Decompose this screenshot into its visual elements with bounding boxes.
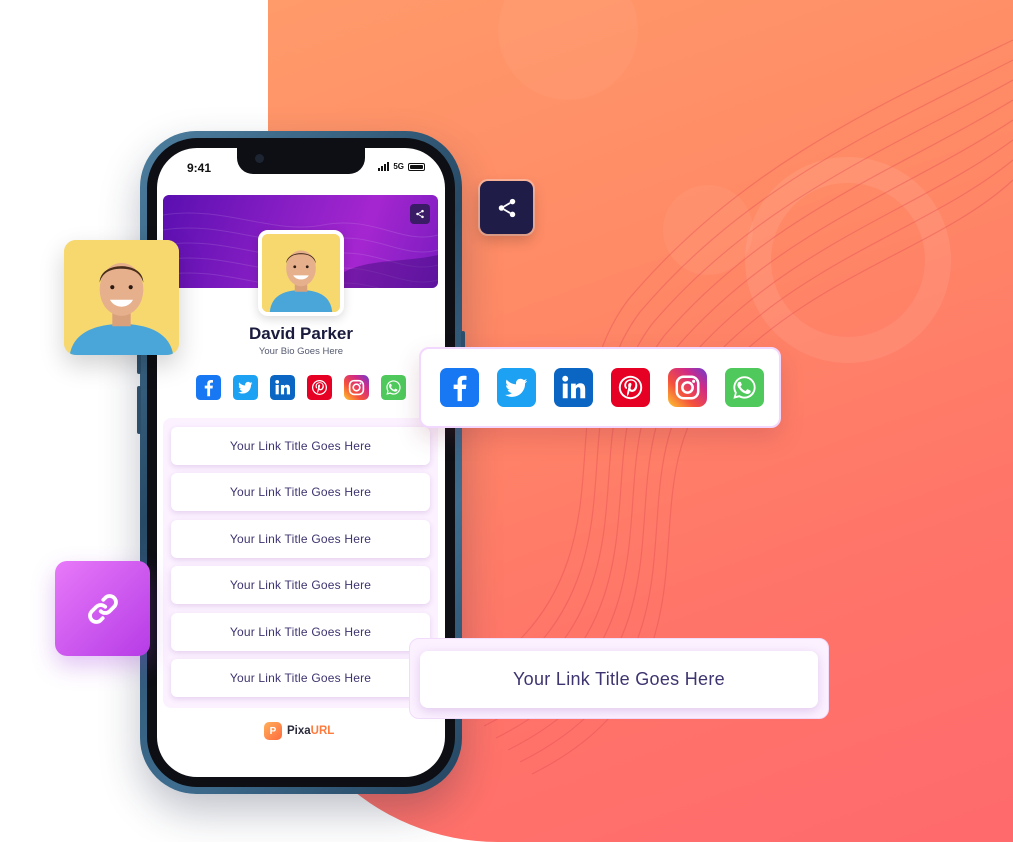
link-button[interactable]: Your Link Title Goes Here bbox=[171, 613, 430, 651]
profile-bio: Your Bio Goes Here bbox=[258, 346, 344, 357]
facebook-icon[interactable] bbox=[440, 368, 479, 407]
social-icons-row bbox=[196, 375, 406, 400]
floating-link-icon-card[interactable] bbox=[55, 561, 150, 656]
phone-notch bbox=[237, 148, 365, 174]
link-button[interactable]: Your Link Title Goes Here bbox=[171, 520, 430, 558]
network-label: 5G bbox=[393, 162, 404, 171]
instagram-icon[interactable] bbox=[344, 375, 369, 400]
man-portrait-image bbox=[262, 234, 340, 312]
link-button[interactable]: Your Link Title Goes Here bbox=[171, 427, 430, 465]
floating-link-card: Your Link Title Goes Here bbox=[409, 638, 829, 719]
brand-name: PixaURL bbox=[287, 725, 334, 737]
profile-name: David Parker bbox=[249, 324, 353, 343]
facebook-icon[interactable] bbox=[196, 375, 221, 400]
link-icon bbox=[87, 593, 118, 624]
floating-link-button[interactable]: Your Link Title Goes Here bbox=[420, 651, 818, 708]
status-indicators: 5G bbox=[378, 162, 425, 171]
twitter-icon[interactable] bbox=[497, 368, 536, 407]
link-button[interactable]: Your Link Title Goes Here bbox=[171, 659, 430, 697]
linkedin-icon[interactable] bbox=[554, 368, 593, 407]
instagram-icon[interactable] bbox=[668, 368, 707, 407]
camera-icon bbox=[255, 154, 264, 163]
man-portrait-image bbox=[64, 240, 179, 355]
pinterest-icon[interactable] bbox=[307, 375, 332, 400]
profile-avatar bbox=[258, 230, 344, 316]
floating-share-button[interactable] bbox=[480, 181, 533, 234]
whatsapp-icon[interactable] bbox=[381, 375, 406, 400]
brand-name-part2: URL bbox=[310, 725, 335, 737]
pixaurl-branding[interactable]: P PixaURL bbox=[264, 722, 334, 740]
link-button[interactable]: Your Link Title Goes Here bbox=[171, 473, 430, 511]
links-list: Your Link Title Goes Here Your Link Titl… bbox=[163, 418, 438, 708]
signal-icon bbox=[378, 162, 390, 171]
floating-social-icons-card bbox=[419, 347, 781, 428]
pinterest-icon[interactable] bbox=[611, 368, 650, 407]
status-time: 9:41 bbox=[187, 161, 212, 175]
floating-avatar-card bbox=[64, 240, 179, 355]
share-icon bbox=[498, 198, 515, 217]
phone-screen: 9:41 5G David Parker Your Bio Goes Here … bbox=[157, 148, 445, 777]
pixaurl-logo-icon: P bbox=[264, 722, 282, 740]
banner-share-button[interactable] bbox=[410, 204, 430, 224]
share-icon bbox=[416, 209, 424, 219]
linkedin-icon[interactable] bbox=[270, 375, 295, 400]
brand-name-part1: Pixa bbox=[287, 725, 311, 737]
twitter-icon[interactable] bbox=[233, 375, 258, 400]
battery-icon bbox=[408, 162, 425, 171]
phone-volume-down-button bbox=[137, 386, 141, 434]
link-button[interactable]: Your Link Title Goes Here bbox=[171, 566, 430, 604]
whatsapp-icon[interactable] bbox=[725, 368, 764, 407]
